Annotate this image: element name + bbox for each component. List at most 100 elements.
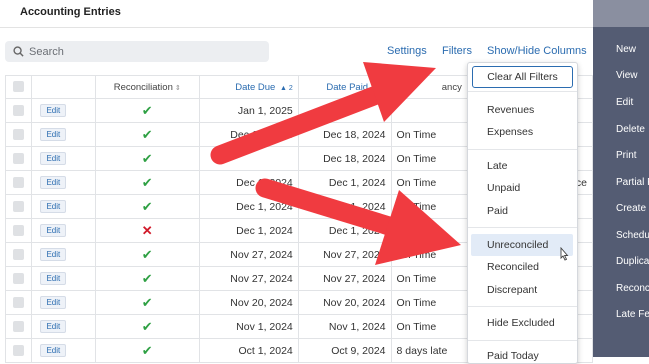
check-icon: ✔ [141, 294, 153, 310]
reconciliation-cell: ✔ [94, 146, 200, 171]
edit-button[interactable]: Edit [40, 224, 67, 237]
sidebar-item-reconcile[interactable]: Reconc [616, 283, 649, 294]
sidebar-item-duplicate[interactable]: Duplica [616, 256, 649, 267]
sort-desc-icon: ▼ 1 [372, 84, 386, 92]
row-checkbox[interactable] [13, 273, 25, 285]
sidebar-item-partial-payment[interactable]: Partial P [616, 177, 649, 188]
row-checkbox[interactable] [13, 129, 25, 141]
row-select-cell[interactable] [4, 218, 33, 243]
check-icon: ✔ [141, 318, 153, 334]
edit-button[interactable]: Edit [40, 176, 67, 189]
date-due-cell: Dec 1, 2024 [198, 170, 299, 195]
row-checkbox[interactable] [13, 225, 25, 237]
check-icon: ✔ [141, 174, 153, 190]
edit-button[interactable]: Edit [40, 200, 67, 213]
row-checkbox[interactable] [13, 249, 25, 261]
filter-unpaid[interactable]: Unpaid [487, 182, 520, 194]
page-title: Accounting Entries [20, 6, 121, 18]
column-header-reconciliation[interactable]: Reconciliation ⇕ [94, 75, 200, 99]
date-paid-cell: Oct 9, 2024 [297, 338, 392, 363]
row-checkbox[interactable] [13, 345, 25, 357]
select-all-checkbox[interactable] [13, 81, 25, 93]
column-header-label: Date Paid [326, 81, 369, 93]
date-paid-cell: Dec 1, 2024 [297, 218, 392, 243]
date-due-cell [198, 146, 299, 171]
show-hide-columns-link[interactable]: Show/Hide Columns [487, 45, 587, 57]
header-divider [0, 27, 593, 28]
row-checkbox[interactable] [13, 297, 25, 309]
row-checkbox[interactable] [13, 105, 25, 117]
sidebar-item-new[interactable]: New [616, 44, 636, 55]
edit-button[interactable]: Edit [40, 296, 67, 309]
select-all-cell[interactable] [4, 75, 33, 99]
edit-button[interactable]: Edit [40, 248, 67, 261]
filter-reconciled[interactable]: Reconciled [487, 261, 539, 273]
filter-expenses[interactable]: Expenses [487, 126, 533, 138]
edit-button[interactable]: Edit [40, 320, 67, 333]
sidebar-item-edit[interactable]: Edit [616, 97, 633, 108]
date-due-cell: Dec 18, 2024 [198, 122, 299, 147]
filters-link[interactable]: Filters [442, 45, 472, 57]
check-icon: ✔ [141, 342, 153, 358]
sidebar-item-delete[interactable]: Delete [616, 124, 645, 135]
row-select-cell[interactable] [4, 338, 33, 363]
column-header-label: ancy [441, 81, 462, 93]
clear-all-filters-button[interactable]: Clear All Filters [472, 66, 573, 88]
edit-button[interactable]: Edit [40, 104, 67, 117]
date-due-cell: Oct 1, 2024 [198, 338, 299, 363]
column-header-date-paid[interactable]: Date Paid ▼ 1 [297, 75, 392, 99]
row-checkbox[interactable] [13, 177, 25, 189]
filter-late[interactable]: Late [487, 160, 507, 172]
date-paid-cell: Nov 27, 2024 [297, 266, 392, 291]
row-checkbox[interactable] [13, 321, 25, 333]
row-select-cell[interactable] [4, 170, 33, 195]
filter-paid-today[interactable]: Paid Today [487, 350, 539, 362]
sort-asc-icon: ▲ 2 [279, 84, 293, 92]
edit-button[interactable]: Edit [40, 152, 67, 165]
row-checkbox[interactable] [13, 201, 25, 213]
menu-divider [468, 306, 577, 307]
date-paid-cell: Nov 20, 2024 [297, 290, 392, 315]
reconciliation-cell: ✔ [94, 170, 200, 195]
menu-divider [468, 227, 577, 228]
reconciliation-cell: ✔ [94, 122, 200, 147]
row-select-cell[interactable] [4, 146, 33, 171]
edit-button[interactable]: Edit [40, 344, 67, 357]
row-select-cell[interactable] [4, 194, 33, 219]
filter-hide-excluded[interactable]: Hide Excluded [487, 317, 555, 329]
edit-button[interactable]: Edit [40, 128, 67, 141]
edit-cell: Edit [31, 290, 96, 315]
filter-discrepant[interactable]: Discrepant [487, 284, 537, 296]
sidebar-item-print[interactable]: Print [616, 150, 637, 161]
sort-icon: ⇕ [174, 84, 181, 92]
edit-cell: Edit [31, 98, 96, 123]
row-select-cell[interactable] [4, 122, 33, 147]
date-due-cell: Nov 20, 2024 [198, 290, 299, 315]
edit-cell: Edit [31, 170, 96, 195]
column-header-date-due[interactable]: Date Due ▲ 2 [198, 75, 299, 99]
menu-divider [468, 340, 577, 341]
row-select-cell[interactable] [4, 314, 33, 339]
date-paid-cell: Dec 1, 2024 [297, 194, 392, 219]
check-icon: ✔ [141, 198, 153, 214]
settings-link[interactable]: Settings [387, 45, 427, 57]
sidebar-item-late-fee[interactable]: Late Fe [616, 309, 649, 320]
row-select-cell[interactable] [4, 98, 33, 123]
reconciliation-cell: ✔ [94, 194, 200, 219]
sidebar-item-create[interactable]: Create C [616, 203, 649, 214]
row-select-cell[interactable] [4, 266, 33, 291]
search-input[interactable] [29, 45, 249, 58]
sidebar-item-view[interactable]: View [616, 70, 638, 81]
row-select-cell[interactable] [4, 242, 33, 267]
edit-button[interactable]: Edit [40, 272, 67, 285]
row-select-cell[interactable] [4, 290, 33, 315]
filter-revenues[interactable]: Revenues [487, 104, 534, 116]
search-box[interactable] [5, 41, 269, 62]
check-icon: ✔ [141, 150, 153, 166]
date-due-cell: Dec 1, 2024 [198, 194, 299, 219]
reconciliation-cell: ✔ [94, 98, 200, 123]
filter-paid[interactable]: Paid [487, 205, 508, 217]
filter-unreconciled[interactable]: Unreconciled [487, 239, 548, 251]
row-checkbox[interactable] [13, 153, 25, 165]
sidebar-item-schedule[interactable]: Schedu [616, 230, 649, 241]
